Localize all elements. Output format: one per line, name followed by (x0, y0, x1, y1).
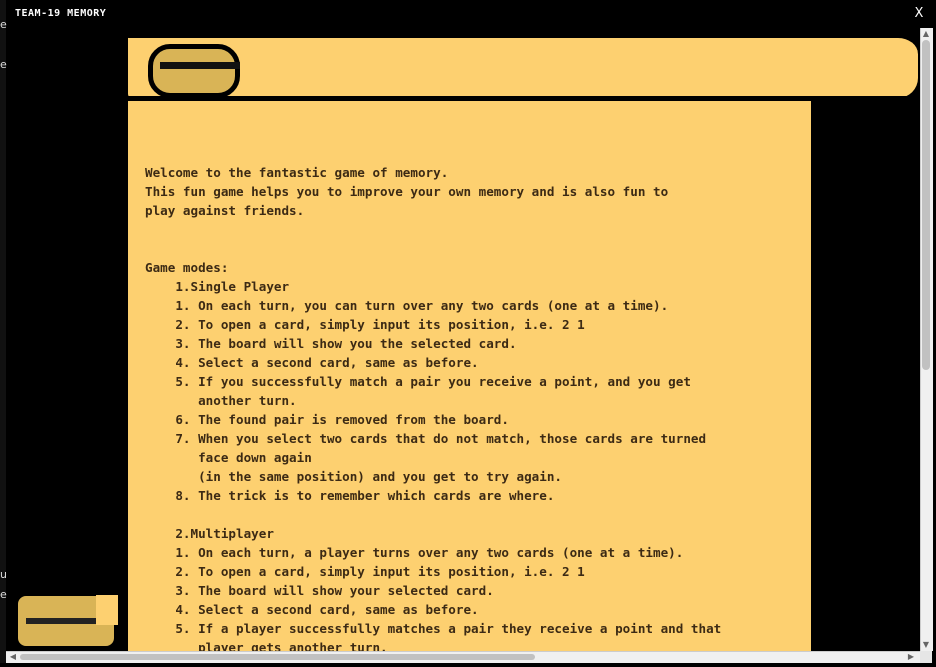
left-fragment-text: e (0, 588, 7, 601)
instruction-line: 2. To open a card, simply input its posi… (145, 564, 585, 579)
scroll-curl-line (160, 62, 240, 69)
left-fragment-text: e (0, 58, 7, 71)
scroll-left-icon[interactable]: ◀ (8, 652, 18, 662)
instruction-line: 4. Select a second card, same as before. (145, 602, 479, 617)
instruction-line: 3. The board will show your selected car… (145, 583, 494, 598)
scroll-curl-icon (148, 44, 240, 98)
vertical-scrollbar-thumb[interactable] (922, 40, 930, 370)
instruction-line: 1. On each turn, a player turns over any… (145, 545, 684, 560)
scroll-bottom-curl-tip (96, 595, 118, 625)
instruction-line: 5. If a player successfully matches a pa… (145, 621, 722, 636)
instruction-line: 1.Single Player (145, 279, 290, 294)
instruction-line: Game modes: (145, 260, 229, 275)
instruction-line: 5. If you successfully match a pair you … (145, 374, 691, 389)
instruction-line: 1. On each turn, you can turn over any t… (145, 298, 669, 313)
scroll-down-icon[interactable]: ▼ (921, 640, 931, 650)
scrollbar-corner (920, 651, 932, 663)
instruction-line: (in the same position) and you get to tr… (145, 469, 563, 484)
instruction-line (145, 220, 805, 239)
instruction-line: 4. Select a second card, same as before. (145, 355, 479, 370)
scroll-shadow (811, 101, 821, 667)
instruction-line: 3. The board will show you the selected … (145, 336, 517, 351)
instruction-line: 2.Multiplayer (145, 526, 274, 541)
left-window-edge (0, 0, 6, 667)
scroll-right-icon[interactable]: ▶ (906, 652, 916, 662)
window-title: TEAM-19 MEMORY (15, 8, 107, 19)
horizontal-scrollbar-thumb[interactable] (20, 654, 535, 660)
title-bar: TEAM-19 MEMORY X (0, 0, 936, 28)
instruction-line: play against friends. (145, 203, 305, 218)
instruction-line: 2. To open a card, simply input its posi… (145, 317, 585, 332)
instruction-line: This fun game helps you to improve your … (145, 184, 669, 199)
bottom-edge (0, 663, 936, 667)
left-fragment-text: u (0, 568, 7, 581)
instructions-text: Welcome to the fantastic game of memory.… (145, 163, 805, 653)
instruction-line: Welcome to the fantastic game of memory. (145, 165, 449, 180)
left-fragment-text: e (0, 18, 7, 31)
instruction-line: face down again (145, 450, 312, 465)
scroll-up-icon[interactable]: ▲ (921, 29, 931, 39)
close-button[interactable]: X (912, 6, 926, 21)
instruction-line: another turn. (145, 393, 297, 408)
scroll-top-roll (128, 34, 918, 98)
instruction-line (145, 239, 805, 258)
instruction-line: 6. The found pair is removed from the bo… (145, 412, 509, 427)
instruction-line: 8. The trick is to remember which cards … (145, 488, 555, 503)
instruction-line (145, 505, 805, 524)
instruction-line: 7. When you select two cards that do not… (145, 431, 707, 446)
